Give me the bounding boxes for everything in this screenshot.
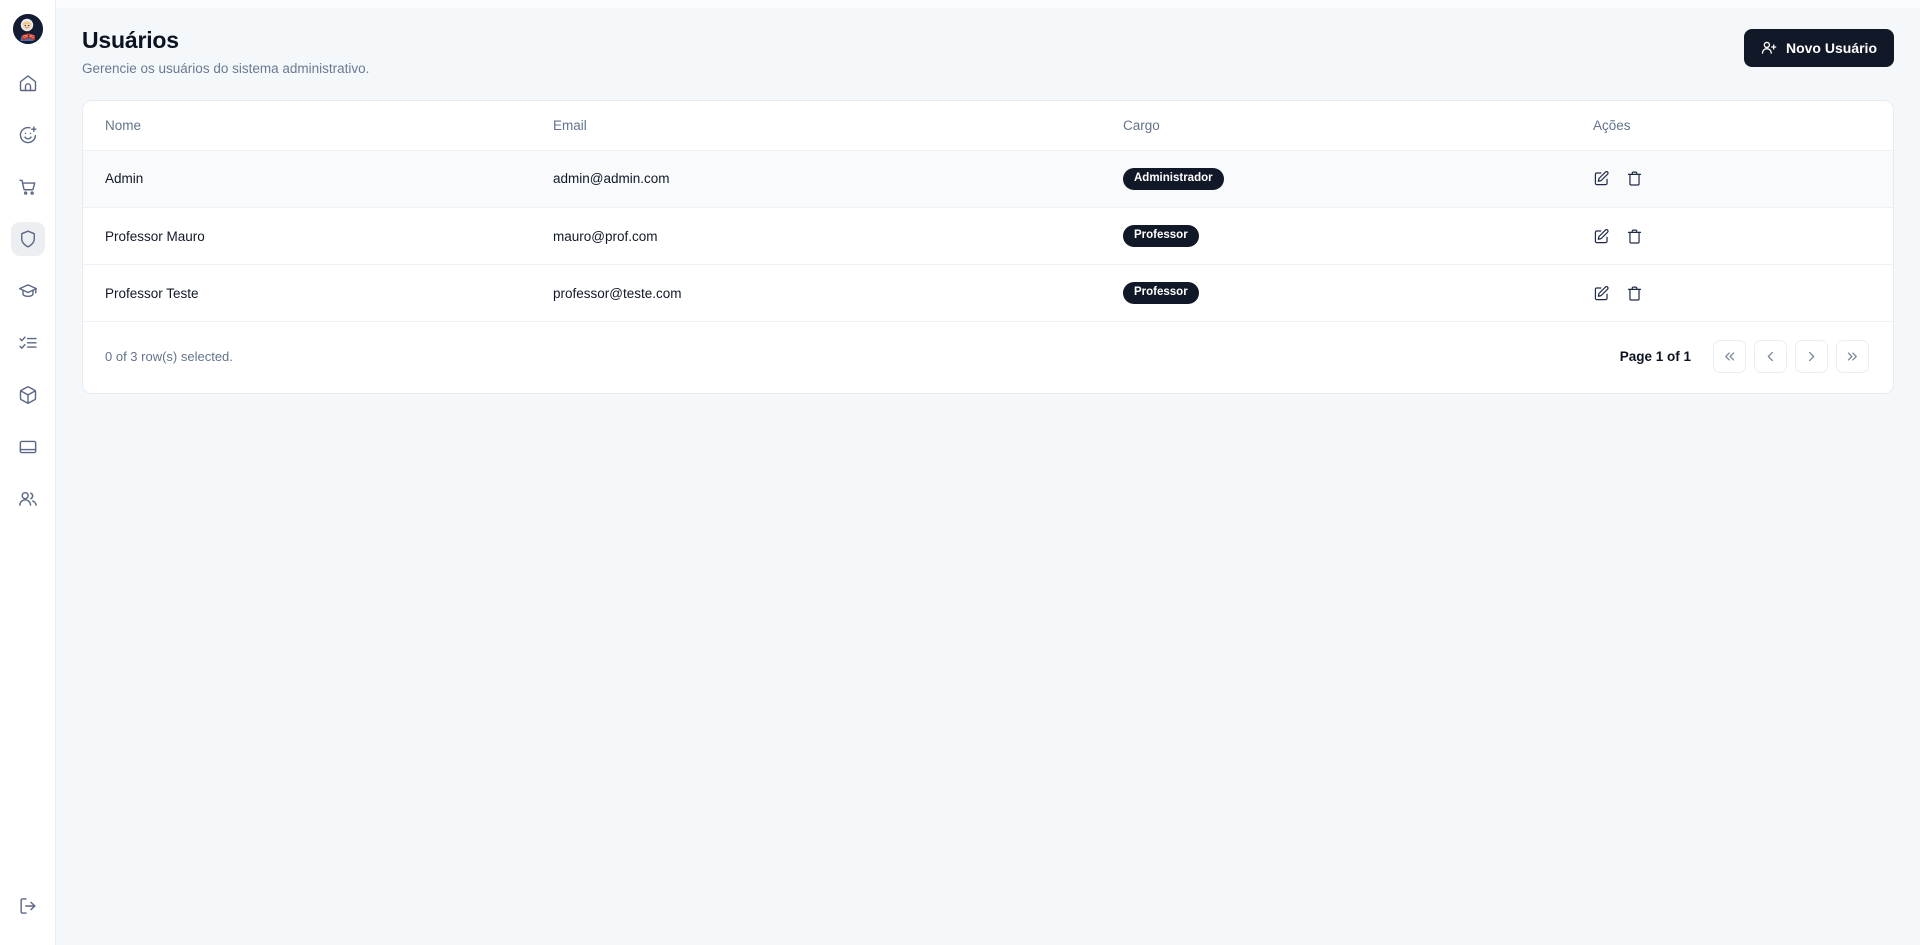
cell-nome: Admin: [83, 150, 553, 208]
chevrons-left-icon: [1722, 349, 1737, 364]
page-title: Usuários: [82, 27, 179, 53]
page-subtitle: Gerencie os usuários do sistema administ…: [82, 60, 370, 76]
trash-icon: [1626, 170, 1643, 187]
users-table-card: Nome Email Cargo Ações Admin admin@admin…: [82, 99, 1894, 395]
sidebar-item-store[interactable]: [11, 170, 45, 204]
row-actions: [1593, 285, 1893, 302]
pagination-previous-button[interactable]: [1754, 340, 1787, 374]
page-header-text: Usuários Gerencie os usuários do sistema…: [82, 26, 369, 76]
sidebar-item-logout[interactable]: [11, 891, 45, 925]
table-row[interactable]: Admin admin@admin.com Administrador: [83, 150, 1893, 208]
cell-email: professor@teste.com: [553, 264, 1123, 323]
app-root: Usuários Gerencie os usuários do sistema…: [0, 0, 1920, 945]
edit-row-button[interactable]: [1593, 170, 1610, 187]
cell-cargo: Administrador: [1123, 150, 1593, 208]
column-header-cargo[interactable]: Cargo: [1123, 100, 1593, 151]
chevrons-right-icon: [1845, 349, 1860, 364]
edit-pencil-icon: [1593, 285, 1610, 302]
pagination-next-button[interactable]: [1795, 340, 1828, 374]
users-table-head: Nome Email Cargo Ações: [83, 100, 1893, 151]
new-user-button-label: Novo Usuário: [1785, 40, 1877, 56]
role-badge: Professor: [1123, 224, 1199, 248]
delete-row-button[interactable]: [1626, 170, 1643, 187]
table-header-row: Nome Email Cargo Ações: [83, 100, 1893, 151]
cell-nome: Professor Teste: [83, 264, 553, 323]
new-user-button[interactable]: Novo Usuário: [1743, 29, 1894, 67]
box-icon: [18, 385, 38, 405]
row-actions: [1593, 228, 1893, 245]
edit-pencil-icon: [1593, 228, 1610, 245]
chevron-right-icon: [1804, 349, 1819, 364]
cell-cargo: Professor: [1123, 207, 1593, 266]
pagination-first-button[interactable]: [1713, 340, 1746, 374]
edit-row-button[interactable]: [1593, 285, 1610, 302]
cart-icon: [18, 177, 38, 197]
row-actions: [1593, 170, 1893, 187]
cell-email: admin@admin.com: [553, 150, 1123, 208]
role-badge: Administrador: [1123, 167, 1224, 190]
sidebar-item-admin[interactable]: [10, 222, 45, 256]
edit-row-button[interactable]: [1593, 228, 1610, 245]
chevron-left-icon: [1763, 349, 1778, 364]
page-header: Usuários Gerencie os usuários do sistema…: [56, 8, 1920, 76]
cell-email: mauro@prof.com: [553, 207, 1123, 266]
trash-icon: [1626, 228, 1643, 245]
table-row[interactable]: Professor Mauro mauro@prof.com Professor: [83, 207, 1893, 266]
cell-acoes: [1593, 264, 1893, 323]
delete-row-button[interactable]: [1626, 228, 1643, 245]
users-icon: [18, 489, 38, 509]
page-indicator: Page 1 of 1: [1619, 349, 1691, 365]
sidebar-item-courses[interactable]: [11, 274, 45, 308]
trash-icon: [1626, 285, 1643, 302]
main-content: Usuários Gerencie os usuários do sistema…: [56, 0, 1920, 945]
users-table: Nome Email Cargo Ações Admin admin@admin…: [83, 100, 1893, 323]
role-badge: Professor: [1123, 282, 1199, 305]
sidebar-nav: [0, 66, 55, 516]
shield-icon: [18, 229, 38, 249]
delete-row-button[interactable]: [1626, 285, 1643, 302]
sidebar: [0, 0, 56, 945]
book-icon: [18, 437, 38, 457]
user-avatar[interactable]: [12, 14, 43, 44]
sidebar-item-users[interactable]: [11, 482, 45, 516]
cell-acoes: [1593, 207, 1893, 266]
sidebar-item-library[interactable]: [11, 430, 45, 464]
sidebar-item-home[interactable]: [11, 66, 45, 100]
column-header-email[interactable]: Email: [553, 100, 1123, 151]
checklist-icon: [18, 333, 38, 353]
cell-cargo: Professor: [1123, 264, 1593, 323]
rows-selected-label: 0 of 3 row(s) selected.: [105, 349, 233, 365]
sidebar-item-products[interactable]: [11, 378, 45, 412]
column-header-nome[interactable]: Nome: [83, 100, 553, 151]
sidebar-item-tasks[interactable]: [11, 326, 45, 360]
cell-acoes: [1593, 150, 1893, 208]
cell-nome: Professor Mauro: [83, 207, 553, 266]
column-header-acoes: Ações: [1593, 100, 1893, 151]
users-table-body: Admin admin@admin.com Administrador Prof…: [83, 150, 1893, 323]
graduation-cap-icon: [18, 281, 38, 301]
pagination: Page 1 of 1: [1619, 340, 1869, 374]
pagination-buttons: [1713, 340, 1869, 374]
table-row[interactable]: Professor Teste professor@teste.com Prof…: [83, 264, 1893, 323]
edit-pencil-icon: [1593, 170, 1610, 187]
smiley-plus-icon: [18, 125, 38, 145]
pagination-last-button[interactable]: [1836, 340, 1869, 374]
home-icon: [18, 73, 38, 93]
top-strip: [56, 0, 1920, 8]
logout-icon: [18, 896, 38, 921]
user-plus-icon: [1761, 40, 1777, 56]
sidebar-item-add-user[interactable]: [11, 118, 45, 152]
table-footer: 0 of 3 row(s) selected. Page 1 of 1: [83, 322, 1893, 394]
